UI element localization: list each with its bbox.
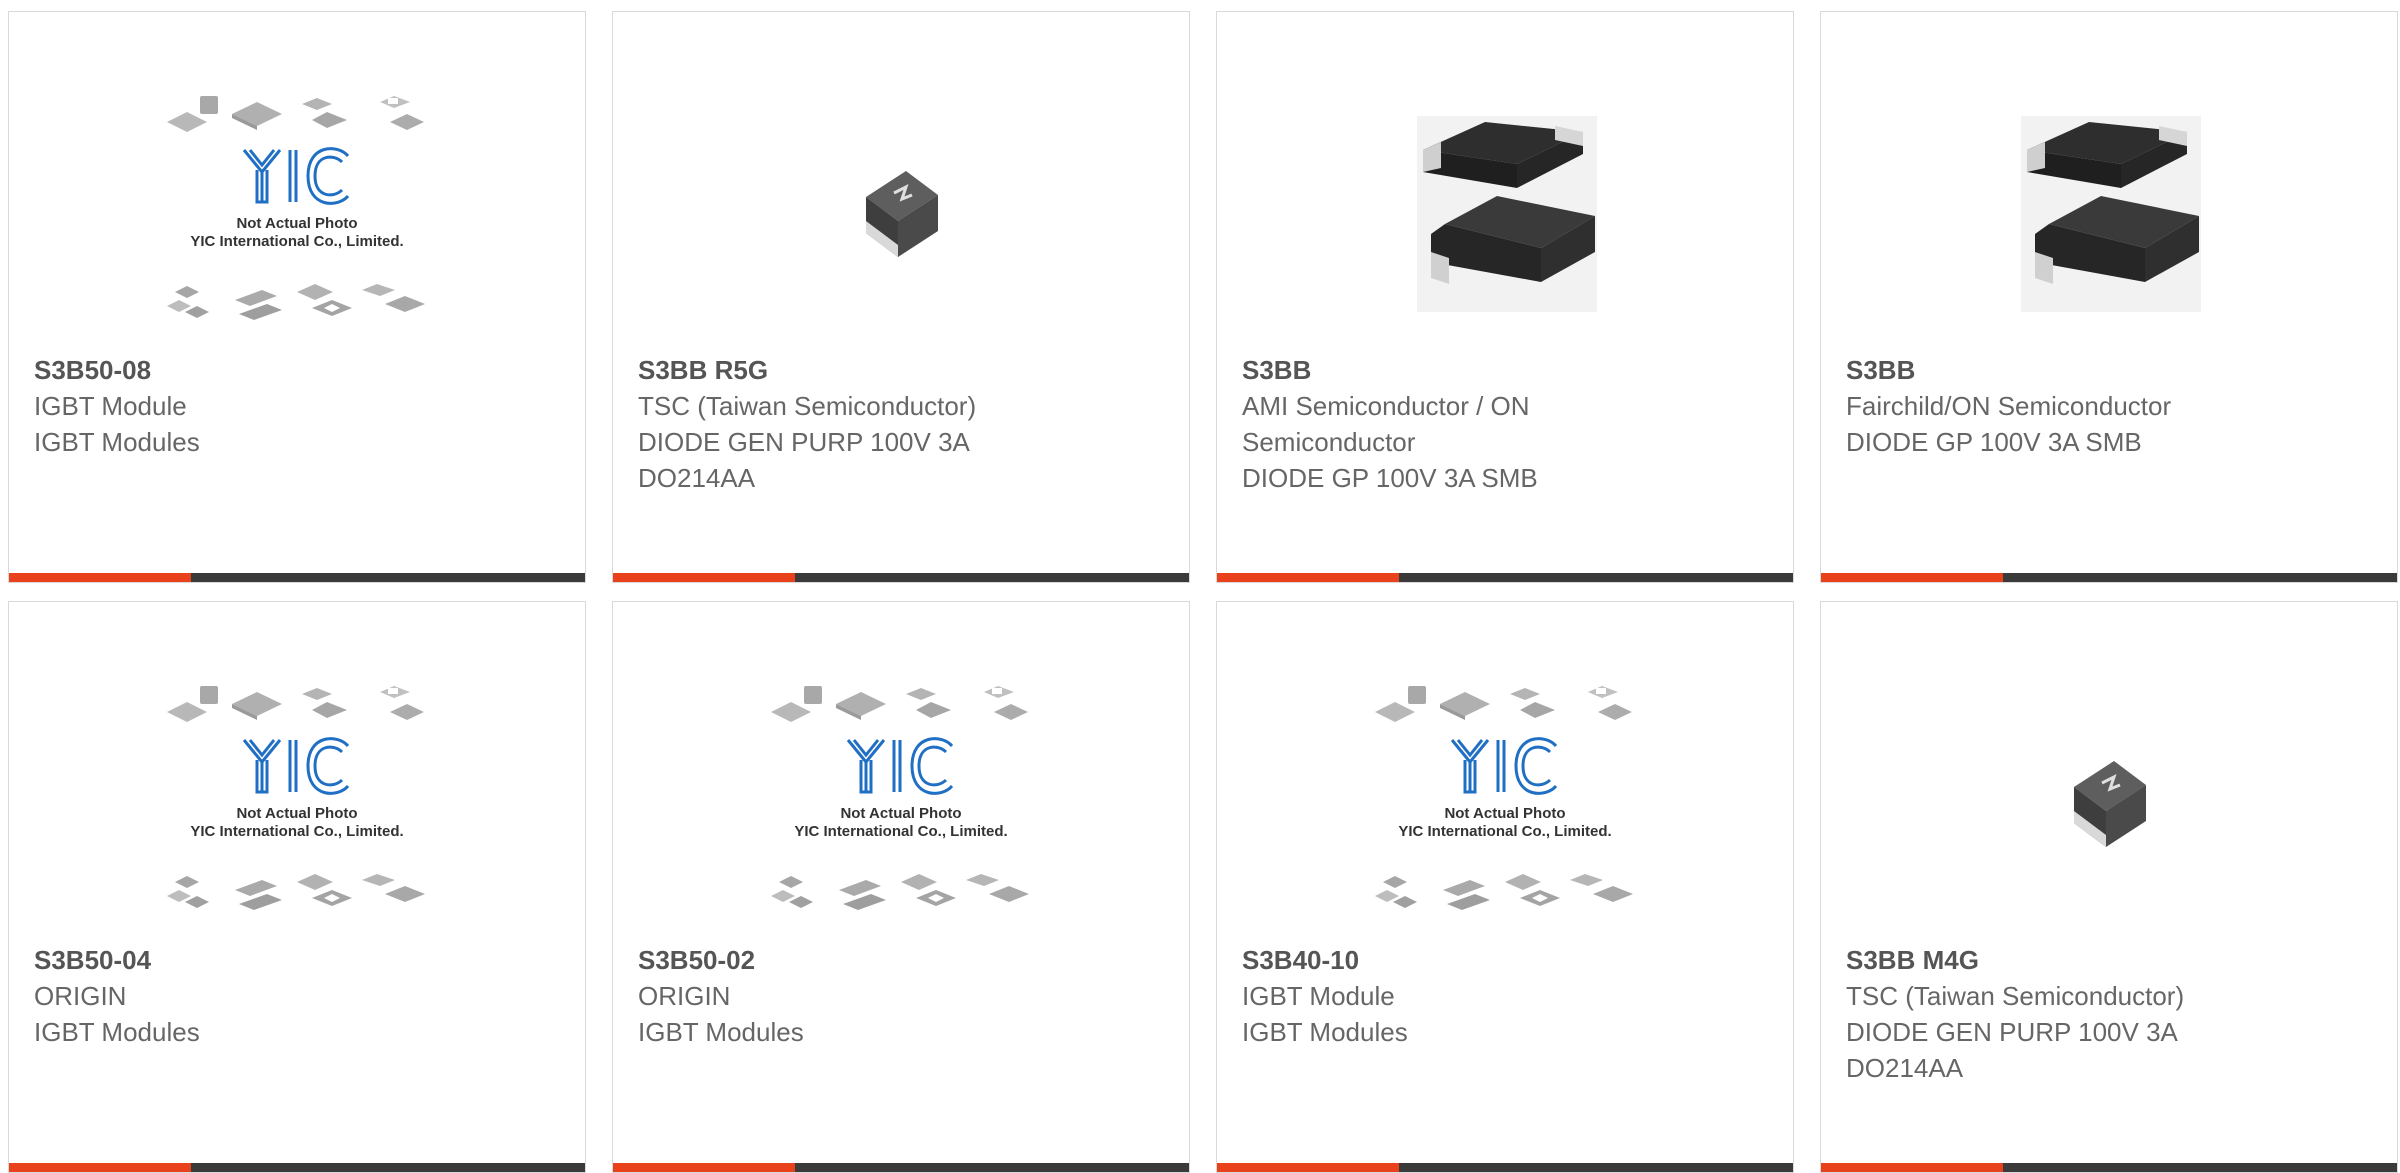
product-card[interactable]: S3BB M4G TSC (Taiwan Semiconductor) DIODE …	[1820, 601, 2398, 1173]
company-name-text: YIC International Co., Limited.	[1398, 823, 1611, 840]
product-card[interactable]: S3BB Fairchild/ON Semiconductor DIODE GP 1…	[1820, 11, 2398, 583]
company-name-text: YIC International Co., Limited.	[794, 823, 1007, 840]
card-accent-bar	[9, 573, 191, 582]
product-detail-line: IGBT Module	[34, 391, 187, 421]
not-actual-photo-text: Not Actual Photo	[840, 805, 961, 822]
part-number[interactable]: S3BB R5G	[638, 352, 1169, 388]
product-detail-line: AMI Semiconductor / ON	[1242, 391, 1530, 421]
company-name-text: YIC International Co., Limited.	[190, 823, 403, 840]
card-bottom-bar	[9, 573, 585, 582]
card-bottom-bar	[613, 573, 1189, 582]
product-detail-line: DO214AA	[638, 463, 756, 493]
product-detail-line: IGBT Module	[1242, 981, 1395, 1011]
product-card[interactable]: Not Actual Photo YIC International Co., L…	[612, 601, 1190, 1173]
part-number[interactable]: S3B50-02	[638, 942, 1169, 978]
part-number[interactable]: S3B50-08	[34, 352, 565, 388]
card-bottom-bar	[1217, 573, 1793, 582]
product-detail-line: ORIGIN	[34, 981, 127, 1011]
card-accent-bar	[1821, 1163, 2003, 1172]
product-card[interactable]: Not Actual Photo YIC International Co., L…	[8, 601, 586, 1173]
yic-placeholder-image: Not Actual PhotoYIC International Co., L…	[771, 686, 1029, 910]
product-detail-line: TSC (Taiwan Semiconductor)	[638, 391, 977, 421]
card-accent-bar	[9, 1163, 191, 1172]
product-detail-line: TSC (Taiwan Semiconductor)	[1846, 981, 2185, 1011]
part-number[interactable]: S3B50-04	[34, 942, 565, 978]
not-actual-photo-text: Not Actual Photo	[1444, 805, 1565, 822]
card-bottom-bar	[613, 1163, 1189, 1172]
product-card[interactable]: Not Actual Photo YIC International Co., L…	[8, 11, 586, 583]
product-detail-line: DIODE GEN PURP 100V 3A	[1846, 1017, 2178, 1047]
product-image[interactable]	[1821, 72, 2397, 352]
product-grid: Not Actual Photo YIC International Co., L…	[0, 0, 2400, 1173]
product-info: S3BB AMI Semiconductor / ON Semiconductor D…	[1242, 352, 1773, 496]
product-detail-line: DIODE GP 100V 3A SMB	[1846, 427, 2142, 457]
card-bottom-bar	[1821, 573, 2397, 582]
product-info: S3B50-04 ORIGIN IGBT Modules	[34, 942, 565, 1050]
product-detail-line: DIODE GP 100V 3A SMB	[1242, 463, 1538, 493]
smb-diode-image	[2021, 116, 2201, 312]
card-accent-bar	[1821, 573, 2003, 582]
product-detail-line: IGBT Modules	[1242, 1017, 1408, 1047]
product-detail-line: Semiconductor	[1242, 427, 1416, 457]
part-number[interactable]: S3BB	[1242, 352, 1773, 388]
product-detail-line: IGBT Modules	[34, 427, 200, 457]
card-accent-bar	[613, 1163, 795, 1172]
product-detail-line: IGBT Modules	[34, 1017, 200, 1047]
product-detail-line: DO214AA	[1846, 1053, 1964, 1083]
product-detail-line: Fairchild/ON Semiconductor	[1846, 391, 2172, 421]
product-detail-line: DIODE GEN PURP 100V 3A	[638, 427, 970, 457]
yic-placeholder-image: Not Actual PhotoYIC International Co., L…	[167, 686, 425, 910]
company-name-text: YIC International Co., Limited.	[190, 233, 403, 250]
not-actual-photo-text: Not Actual Photo	[236, 805, 357, 822]
part-number[interactable]: S3BB M4G	[1846, 942, 2377, 978]
yic-placeholder-image: Not Actual PhotoYIC International Co., L…	[1375, 686, 1633, 910]
product-image[interactable]	[613, 72, 1189, 352]
yic-logo-icon	[242, 147, 350, 205]
yic-logo-icon	[242, 737, 350, 795]
product-image[interactable]: Not Actual Photo YIC International Co., L…	[9, 72, 585, 352]
product-detail-line: ORIGIN	[638, 981, 731, 1011]
product-image[interactable]: Not Actual Photo YIC International Co., L…	[9, 662, 585, 942]
card-accent-bar	[1217, 1163, 1399, 1172]
yic-logo-icon	[846, 737, 954, 795]
diode-package-image	[866, 171, 938, 257]
card-accent-bar	[1217, 573, 1399, 582]
smb-diode-image	[1417, 116, 1597, 312]
product-detail-line: IGBT Modules	[638, 1017, 804, 1047]
product-info: S3BB R5G TSC (Taiwan Semiconductor) DIODE …	[638, 352, 1169, 496]
product-info: S3BB M4G TSC (Taiwan Semiconductor) DIODE …	[1846, 942, 2377, 1086]
product-card[interactable]: S3BB AMI Semiconductor / ON Semiconductor D…	[1216, 11, 1794, 583]
product-info: S3B50-08 IGBT Module IGBT Modules	[34, 352, 565, 460]
card-accent-bar	[613, 573, 795, 582]
yic-placeholder-image: Not Actual PhotoYIC International Co., L…	[167, 96, 425, 320]
not-actual-photo-text: Not Actual Photo	[236, 215, 357, 232]
card-bottom-bar	[1821, 1163, 2397, 1172]
diode-package-image	[2074, 761, 2146, 847]
product-card[interactable]: Not Actual Photo YIC International Co., L…	[1216, 601, 1794, 1173]
part-number[interactable]: S3BB	[1846, 352, 2377, 388]
part-number[interactable]: S3B40-10	[1242, 942, 1773, 978]
product-image[interactable]: Not Actual Photo YIC International Co., L…	[1217, 662, 1793, 942]
product-image[interactable]	[1821, 662, 2397, 942]
card-bottom-bar	[1217, 1163, 1793, 1172]
product-card[interactable]: S3BB R5G TSC (Taiwan Semiconductor) DIODE …	[612, 11, 1190, 583]
product-image[interactable]: Not Actual Photo YIC International Co., L…	[613, 662, 1189, 942]
card-bottom-bar	[9, 1163, 585, 1172]
product-info: S3B40-10 IGBT Module IGBT Modules	[1242, 942, 1773, 1050]
product-info: S3B50-02 ORIGIN IGBT Modules	[638, 942, 1169, 1050]
yic-logo-icon	[1450, 737, 1558, 795]
product-info: S3BB Fairchild/ON Semiconductor DIODE GP 1…	[1846, 352, 2377, 460]
product-image[interactable]	[1217, 72, 1793, 352]
